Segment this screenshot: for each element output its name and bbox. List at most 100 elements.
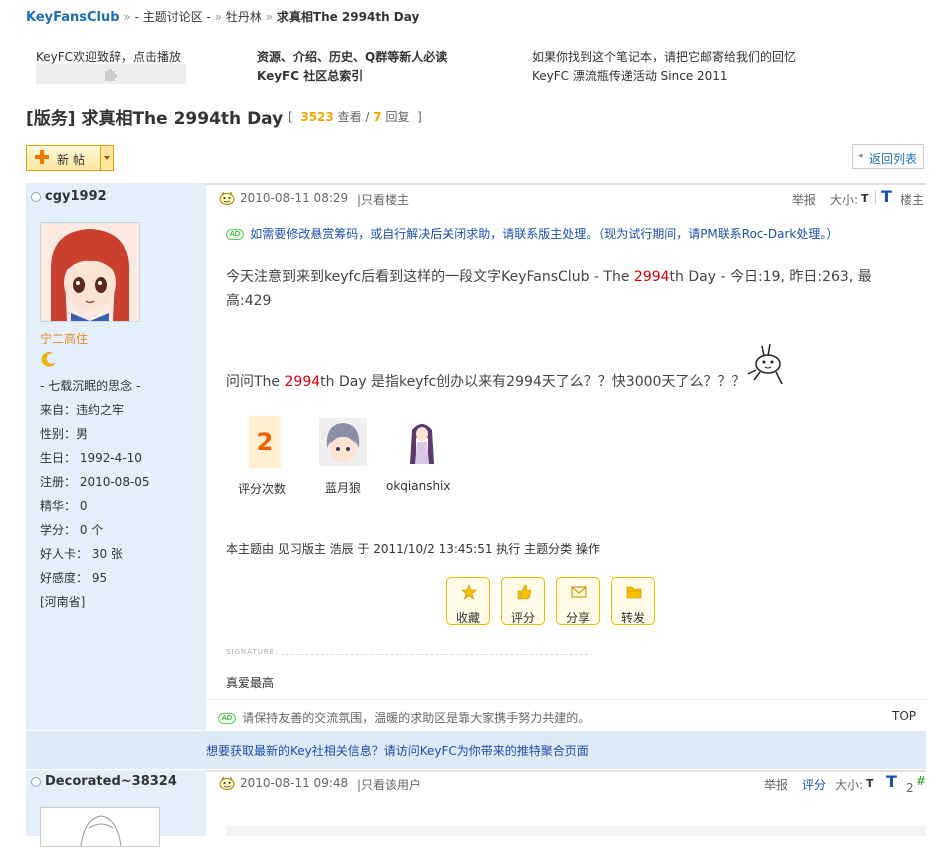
post2-username[interactable]: Decorated~38324 xyxy=(45,774,177,789)
breadcrumb-board-link[interactable]: 牡丹林 xyxy=(226,10,262,24)
view-author-only-link[interactable]: |只看楼主 xyxy=(357,191,409,208)
font-size-label: 大小: xyxy=(830,193,859,207)
font-small-button[interactable]: T xyxy=(861,192,869,205)
breadcrumb-current: 求真相The 2994th Day xyxy=(276,10,420,24)
floor-mark[interactable]: # xyxy=(916,774,926,788)
user-registered: 注册： 2010-08-05 xyxy=(40,475,150,489)
share-label: 分享 xyxy=(565,611,590,625)
divider xyxy=(206,699,926,700)
welcome-link[interactable]: KeyFC欢迎致辞，点击播放 xyxy=(36,48,181,65)
user-birthday: 生日： 1992-4-10 xyxy=(40,451,142,465)
user-motto: - 七载沉眠的思念 - xyxy=(40,379,141,393)
highlight-text: 2994 xyxy=(633,269,670,285)
plus-icon xyxy=(35,150,49,164)
star-icon xyxy=(461,584,477,600)
floor-number: 2 xyxy=(906,781,914,795)
content-text: 今天注意到来到keyfc后看到这样的一段文字KeyFansClub - The xyxy=(226,269,634,285)
breadcrumb: KeyFansClub » - 主题讨论区 - » 牡丹林 » 求真相The 2… xyxy=(26,8,419,25)
highlight-text: 2994 xyxy=(284,374,321,390)
folder-icon xyxy=(626,586,642,599)
divider xyxy=(875,190,876,204)
twitter-aggregate-link[interactable]: 想要获取最新的Key社相关信息？请访问KeyFC为你带来的推特聚合页面 xyxy=(206,742,589,759)
avatar[interactable] xyxy=(40,222,140,322)
report-link[interactable]: 举报 xyxy=(764,776,788,793)
emoticon-image xyxy=(747,343,783,385)
breadcrumb-separator: » xyxy=(123,10,131,24)
post-date: 2010-08-11 09:48 xyxy=(240,776,349,790)
rating-count: 2 xyxy=(256,428,274,456)
page-title: [版务] 求真相The 2994th Day xyxy=(26,109,284,129)
view-count: 3523 xyxy=(300,110,334,124)
view-label: 查看 / xyxy=(337,110,370,124)
status-circle-icon xyxy=(31,777,41,787)
user-cards: 好人卡： 30 张 xyxy=(40,547,123,561)
rater-name[interactable]: okqianshix xyxy=(386,479,451,493)
font-small-button[interactable]: T xyxy=(866,777,874,790)
user-title: 宁二高住 xyxy=(40,332,89,346)
reply-label: 回复 xyxy=(385,110,410,124)
font-size-label: 大小: xyxy=(835,778,864,792)
stats-bracket: ] xyxy=(417,110,422,124)
favorite-label: 收藏 xyxy=(455,611,480,625)
footer-notice: AD 请保持友善的交流氛围，温暖的求助区是靠大家携手努力共建的。 xyxy=(218,709,590,726)
rater-avatar[interactable] xyxy=(319,418,367,466)
signature-text: 真爱最高 xyxy=(226,676,275,690)
new-post-dropdown-button[interactable] xyxy=(100,145,114,171)
moderator-notice: AD 如需要修改悬赏筹码，或自行解决后关闭求助，请联系版主处理。（现为试行期间，请… xyxy=(226,225,838,242)
chevron-left-icon: ◂ xyxy=(858,151,863,161)
moderation-note: 本主题由 见习版主 浩辰 于 2011/10/2 13:45:51 执行 主题分… xyxy=(226,542,600,556)
breadcrumb-home-link[interactable]: KeyFansClub xyxy=(26,10,120,25)
rate-link[interactable]: 评分 xyxy=(802,776,826,793)
community-index-link[interactable]: KeyFC 社区总索引 xyxy=(257,67,363,84)
share-button[interactable]: 分享 xyxy=(556,577,600,625)
puzzle-icon xyxy=(105,69,117,81)
moon-icon xyxy=(41,352,56,367)
avatar-image xyxy=(41,223,139,321)
user-from: 来自：违约之牢 xyxy=(40,403,125,417)
divider xyxy=(206,770,926,772)
content-text: 问问The xyxy=(226,374,285,390)
breadcrumb-forum-link[interactable]: - 主题讨论区 - xyxy=(135,10,211,24)
user-favor: 好感度： 95 xyxy=(40,571,108,585)
stats-bracket: [ xyxy=(288,110,293,124)
user-credits: 学分： 0 个 xyxy=(40,523,104,537)
thumbs-up-icon xyxy=(517,584,531,600)
breadcrumb-separator: » xyxy=(265,10,274,24)
notebook-link[interactable]: 如果你找到这个笔记本，请把它邮寄给我们的回忆 xyxy=(532,48,796,65)
rater-avatar[interactable] xyxy=(398,418,446,466)
font-large-button[interactable]: T xyxy=(881,187,892,206)
divider xyxy=(206,183,926,185)
new-post-label: 新帖 xyxy=(57,153,90,167)
user-essence: 精华： 0 xyxy=(40,499,88,513)
status-circle-icon xyxy=(31,192,41,202)
post-content-line: 高:429 xyxy=(226,293,272,309)
forward-button[interactable]: 转发 xyxy=(611,577,655,625)
back-to-list-label: 返回列表 xyxy=(869,152,918,166)
back-to-top-link[interactable]: TOP xyxy=(892,709,916,723)
rating-count-label: 评分次数 xyxy=(238,482,287,496)
rate-button[interactable]: 评分 xyxy=(501,577,545,625)
new-post-button[interactable]: 新帖 xyxy=(26,145,106,171)
ad-tag: AD xyxy=(226,229,245,240)
post1-username[interactable]: cgy1992 xyxy=(45,189,107,204)
drift-bottle-link[interactable]: KeyFC 漂流瓶传递活动 Since 2011 xyxy=(532,67,728,84)
font-large-button[interactable]: T xyxy=(886,772,897,791)
back-to-list-button[interactable]: ◂ 返回列表 xyxy=(852,144,924,169)
view-user-only-link[interactable]: |只看该用户 xyxy=(357,776,421,793)
breadcrumb-separator: » xyxy=(214,10,223,24)
newbie-guide-link[interactable]: 资源、介绍、历史、Q群等新人必读 xyxy=(257,48,447,65)
footer-notice-text: 请保持友善的交流氛围，温暖的求助区是靠大家携手努力共建的。 xyxy=(242,711,591,725)
post2-content-area xyxy=(226,826,926,836)
user-gender: 性别：男 xyxy=(40,427,89,441)
content-text: th Day - 今日:19, 昨日:263, 最 xyxy=(669,269,872,285)
content-text: th Day 是指keyfc创办以来有2994天了么？？快3000天了么？？？ xyxy=(320,374,746,390)
favorite-button[interactable]: 收藏 xyxy=(446,577,490,625)
report-link[interactable]: 举报 xyxy=(792,191,816,208)
avatar[interactable] xyxy=(40,807,160,847)
rater-name[interactable]: 蓝月狼 xyxy=(325,479,361,496)
ad-tag: AD xyxy=(218,713,237,724)
floor-label: 楼主 xyxy=(900,193,925,207)
notice-text: 如需要修改悬赏筹码，或自行解决后关闭求助，请联系版主处理。（现为试行期间，请PM… xyxy=(250,227,839,241)
reply-count: 7 xyxy=(373,110,382,124)
post-content-line: 问问The 2994th Day 是指keyfc创办以来有2994天了么？？快3… xyxy=(226,371,745,391)
